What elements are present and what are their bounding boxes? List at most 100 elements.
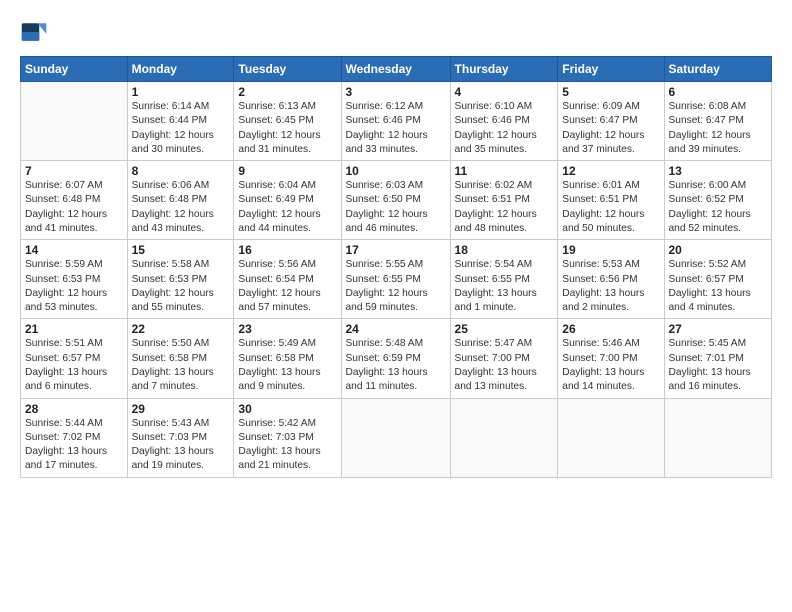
calendar-cell: 8Sunrise: 6:06 AM Sunset: 6:48 PM Daylig… <box>127 161 234 240</box>
weekday-header-sunday: Sunday <box>21 57 128 82</box>
day-number: 7 <box>25 164 123 178</box>
day-info: Sunrise: 5:42 AM Sunset: 7:03 PM Dayligh… <box>238 417 336 474</box>
day-info: Sunrise: 5:58 AM Sunset: 6:53 PM Dayligh… <box>132 258 230 315</box>
weekday-header-saturday: Saturday <box>664 57 772 82</box>
day-number: 6 <box>669 85 768 99</box>
weekday-header-thursday: Thursday <box>450 57 558 82</box>
calendar-cell <box>450 398 558 477</box>
day-number: 18 <box>455 243 554 257</box>
day-info: Sunrise: 5:51 AM Sunset: 6:57 PM Dayligh… <box>25 337 123 394</box>
day-info: Sunrise: 6:03 AM Sunset: 6:50 PM Dayligh… <box>346 179 446 236</box>
calendar-cell: 14Sunrise: 5:59 AM Sunset: 6:53 PM Dayli… <box>21 240 128 319</box>
calendar: SundayMondayTuesdayWednesdayThursdayFrid… <box>20 56 772 478</box>
day-number: 11 <box>455 164 554 178</box>
day-number: 17 <box>346 243 446 257</box>
day-number: 27 <box>669 322 768 336</box>
calendar-cell: 11Sunrise: 6:02 AM Sunset: 6:51 PM Dayli… <box>450 161 558 240</box>
day-number: 26 <box>562 322 659 336</box>
day-info: Sunrise: 6:01 AM Sunset: 6:51 PM Dayligh… <box>562 179 659 236</box>
calendar-cell: 1Sunrise: 6:14 AM Sunset: 6:44 PM Daylig… <box>127 82 234 161</box>
calendar-cell: 16Sunrise: 5:56 AM Sunset: 6:54 PM Dayli… <box>234 240 341 319</box>
day-number: 13 <box>669 164 768 178</box>
calendar-cell: 24Sunrise: 5:48 AM Sunset: 6:59 PM Dayli… <box>341 319 450 398</box>
day-number: 2 <box>238 85 336 99</box>
calendar-cell: 9Sunrise: 6:04 AM Sunset: 6:49 PM Daylig… <box>234 161 341 240</box>
day-info: Sunrise: 5:44 AM Sunset: 7:02 PM Dayligh… <box>25 417 123 474</box>
calendar-cell: 6Sunrise: 6:08 AM Sunset: 6:47 PM Daylig… <box>664 82 772 161</box>
day-info: Sunrise: 5:59 AM Sunset: 6:53 PM Dayligh… <box>25 258 123 315</box>
day-number: 10 <box>346 164 446 178</box>
calendar-cell: 18Sunrise: 5:54 AM Sunset: 6:55 PM Dayli… <box>450 240 558 319</box>
day-number: 22 <box>132 322 230 336</box>
calendar-cell: 26Sunrise: 5:46 AM Sunset: 7:00 PM Dayli… <box>558 319 664 398</box>
day-info: Sunrise: 5:55 AM Sunset: 6:55 PM Dayligh… <box>346 258 446 315</box>
day-info: Sunrise: 5:52 AM Sunset: 6:57 PM Dayligh… <box>669 258 768 315</box>
day-info: Sunrise: 5:54 AM Sunset: 6:55 PM Dayligh… <box>455 258 554 315</box>
day-info: Sunrise: 5:56 AM Sunset: 6:54 PM Dayligh… <box>238 258 336 315</box>
calendar-cell: 27Sunrise: 5:45 AM Sunset: 7:01 PM Dayli… <box>664 319 772 398</box>
calendar-cell <box>664 398 772 477</box>
calendar-cell: 21Sunrise: 5:51 AM Sunset: 6:57 PM Dayli… <box>21 319 128 398</box>
calendar-cell: 20Sunrise: 5:52 AM Sunset: 6:57 PM Dayli… <box>664 240 772 319</box>
day-info: Sunrise: 6:07 AM Sunset: 6:48 PM Dayligh… <box>25 179 123 236</box>
day-number: 3 <box>346 85 446 99</box>
day-info: Sunrise: 6:10 AM Sunset: 6:46 PM Dayligh… <box>455 100 554 157</box>
day-number: 12 <box>562 164 659 178</box>
calendar-cell: 30Sunrise: 5:42 AM Sunset: 7:03 PM Dayli… <box>234 398 341 477</box>
day-number: 24 <box>346 322 446 336</box>
weekday-header-friday: Friday <box>558 57 664 82</box>
day-info: Sunrise: 6:02 AM Sunset: 6:51 PM Dayligh… <box>455 179 554 236</box>
calendar-cell: 5Sunrise: 6:09 AM Sunset: 6:47 PM Daylig… <box>558 82 664 161</box>
calendar-cell: 29Sunrise: 5:43 AM Sunset: 7:03 PM Dayli… <box>127 398 234 477</box>
day-info: Sunrise: 6:08 AM Sunset: 6:47 PM Dayligh… <box>669 100 768 157</box>
weekday-header-wednesday: Wednesday <box>341 57 450 82</box>
day-info: Sunrise: 6:14 AM Sunset: 6:44 PM Dayligh… <box>132 100 230 157</box>
day-info: Sunrise: 6:06 AM Sunset: 6:48 PM Dayligh… <box>132 179 230 236</box>
calendar-cell <box>21 82 128 161</box>
calendar-cell: 7Sunrise: 6:07 AM Sunset: 6:48 PM Daylig… <box>21 161 128 240</box>
day-number: 19 <box>562 243 659 257</box>
calendar-cell: 23Sunrise: 5:49 AM Sunset: 6:58 PM Dayli… <box>234 319 341 398</box>
calendar-cell: 13Sunrise: 6:00 AM Sunset: 6:52 PM Dayli… <box>664 161 772 240</box>
day-info: Sunrise: 6:09 AM Sunset: 6:47 PM Dayligh… <box>562 100 659 157</box>
day-info: Sunrise: 6:00 AM Sunset: 6:52 PM Dayligh… <box>669 179 768 236</box>
day-number: 21 <box>25 322 123 336</box>
calendar-cell: 4Sunrise: 6:10 AM Sunset: 6:46 PM Daylig… <box>450 82 558 161</box>
calendar-cell: 15Sunrise: 5:58 AM Sunset: 6:53 PM Dayli… <box>127 240 234 319</box>
day-number: 15 <box>132 243 230 257</box>
day-number: 25 <box>455 322 554 336</box>
calendar-cell <box>341 398 450 477</box>
calendar-cell: 12Sunrise: 6:01 AM Sunset: 6:51 PM Dayli… <box>558 161 664 240</box>
weekday-header-tuesday: Tuesday <box>234 57 341 82</box>
day-number: 20 <box>669 243 768 257</box>
calendar-cell: 17Sunrise: 5:55 AM Sunset: 6:55 PM Dayli… <box>341 240 450 319</box>
day-info: Sunrise: 5:49 AM Sunset: 6:58 PM Dayligh… <box>238 337 336 394</box>
calendar-cell <box>558 398 664 477</box>
day-number: 23 <box>238 322 336 336</box>
day-number: 30 <box>238 402 336 416</box>
calendar-cell: 19Sunrise: 5:53 AM Sunset: 6:56 PM Dayli… <box>558 240 664 319</box>
day-info: Sunrise: 5:53 AM Sunset: 6:56 PM Dayligh… <box>562 258 659 315</box>
day-info: Sunrise: 5:47 AM Sunset: 7:00 PM Dayligh… <box>455 337 554 394</box>
day-info: Sunrise: 5:43 AM Sunset: 7:03 PM Dayligh… <box>132 417 230 474</box>
day-number: 14 <box>25 243 123 257</box>
calendar-cell: 3Sunrise: 6:12 AM Sunset: 6:46 PM Daylig… <box>341 82 450 161</box>
day-info: Sunrise: 5:45 AM Sunset: 7:01 PM Dayligh… <box>669 337 768 394</box>
day-info: Sunrise: 6:04 AM Sunset: 6:49 PM Dayligh… <box>238 179 336 236</box>
calendar-cell: 28Sunrise: 5:44 AM Sunset: 7:02 PM Dayli… <box>21 398 128 477</box>
day-number: 28 <box>25 402 123 416</box>
day-number: 9 <box>238 164 336 178</box>
calendar-cell: 22Sunrise: 5:50 AM Sunset: 6:58 PM Dayli… <box>127 319 234 398</box>
day-number: 4 <box>455 85 554 99</box>
day-number: 29 <box>132 402 230 416</box>
day-number: 8 <box>132 164 230 178</box>
day-number: 1 <box>132 85 230 99</box>
day-info: Sunrise: 5:46 AM Sunset: 7:00 PM Dayligh… <box>562 337 659 394</box>
calendar-cell: 25Sunrise: 5:47 AM Sunset: 7:00 PM Dayli… <box>450 319 558 398</box>
day-number: 16 <box>238 243 336 257</box>
weekday-header-monday: Monday <box>127 57 234 82</box>
calendar-cell: 10Sunrise: 6:03 AM Sunset: 6:50 PM Dayli… <box>341 161 450 240</box>
day-info: Sunrise: 6:13 AM Sunset: 6:45 PM Dayligh… <box>238 100 336 157</box>
calendar-cell: 2Sunrise: 6:13 AM Sunset: 6:45 PM Daylig… <box>234 82 341 161</box>
day-info: Sunrise: 5:50 AM Sunset: 6:58 PM Dayligh… <box>132 337 230 394</box>
